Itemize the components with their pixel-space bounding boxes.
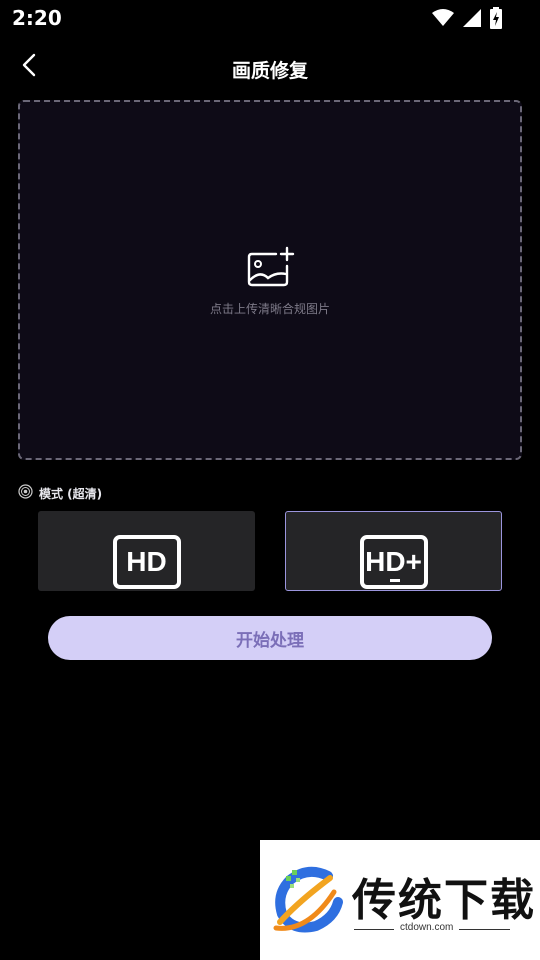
signal-icon bbox=[462, 8, 482, 32]
watermark-brand: 传统下载 bbox=[352, 875, 536, 926]
battery-icon bbox=[490, 7, 502, 33]
wifi-icon bbox=[432, 8, 454, 32]
watermark-logo-icon bbox=[268, 862, 344, 938]
page-title: 画质修复 bbox=[231, 60, 308, 82]
upload-area[interactable]: 点击上传清晰合规图片 bbox=[18, 100, 522, 460]
watermark-url: ctdown.com bbox=[394, 922, 460, 933]
watermark: 传统下载 ctdown.com bbox=[260, 840, 540, 960]
hd-icon: HD bbox=[112, 535, 181, 589]
mode-option-label: HD+ bbox=[365, 546, 422, 577]
hd-plus-underline bbox=[389, 579, 400, 582]
status-icons bbox=[432, 7, 502, 33]
mode-option-hd[interactable]: HD bbox=[38, 511, 255, 591]
mode-icon bbox=[18, 483, 33, 503]
status-time: 2:20 bbox=[12, 6, 62, 30]
upload-hint: 点击上传清晰合规图片 bbox=[209, 302, 330, 316]
status-bar: 2:20 bbox=[0, 0, 540, 36]
mode-label: 模式 (超清) bbox=[39, 486, 103, 501]
mode-row: 模式 (超清) bbox=[18, 483, 103, 503]
mode-option-label: HD bbox=[126, 546, 167, 577]
header: 画质修复 bbox=[0, 44, 540, 90]
screen: 2:20 画质修复 点击上传清晰合规图片 模式 (超清) HD HD+ 开始处理… bbox=[0, 0, 540, 960]
mode-option-hd-plus[interactable]: HD+ bbox=[285, 511, 502, 591]
hd-plus-icon: HD+ bbox=[359, 535, 428, 589]
start-button[interactable]: 开始处理 bbox=[48, 616, 492, 660]
image-add-icon bbox=[246, 246, 296, 290]
